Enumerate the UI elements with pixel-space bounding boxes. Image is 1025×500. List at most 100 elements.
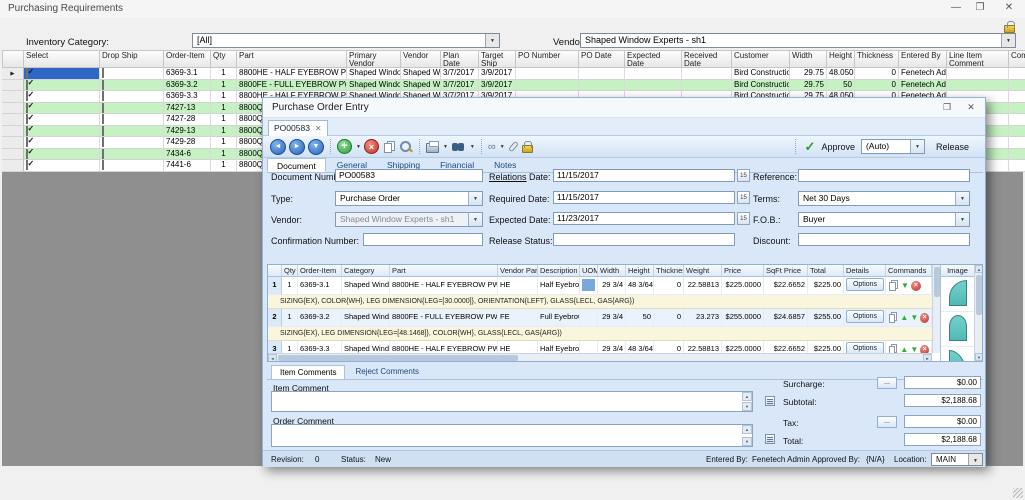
grid-column-header[interactable] bbox=[268, 265, 282, 277]
drop-ship-checkbox[interactable] bbox=[102, 80, 104, 90]
inventory-category-select[interactable]: [All] bbox=[192, 33, 500, 48]
command-icon[interactable] bbox=[910, 310, 918, 326]
forward-icon[interactable]: ► bbox=[289, 139, 305, 155]
row-number[interactable]: 3 bbox=[268, 341, 282, 353]
column-header[interactable]: Expected Date bbox=[625, 50, 682, 68]
row-selector[interactable] bbox=[2, 80, 24, 92]
row-selector[interactable] bbox=[2, 160, 24, 172]
grid-column-header[interactable]: Total bbox=[808, 265, 844, 277]
calendar-icon[interactable]: 15 bbox=[737, 191, 750, 204]
comments-tab[interactable]: Reject Comments bbox=[347, 365, 427, 379]
tab-close-icon[interactable]: ✕ bbox=[315, 124, 322, 133]
drop-ship-cell[interactable] bbox=[100, 80, 164, 92]
grid-column-header[interactable]: UOM bbox=[580, 265, 598, 277]
lock-icon[interactable] bbox=[522, 145, 533, 153]
command-icon[interactable] bbox=[910, 342, 918, 354]
drop-ship-cell[interactable] bbox=[100, 149, 164, 161]
column-header[interactable]: Part bbox=[237, 50, 347, 68]
expected-date-input[interactable]: 11/23/2017 bbox=[553, 212, 735, 225]
grid-row[interactable]: 1 1 6369-3.1 Shaped Windows 8800HE - HAL… bbox=[268, 277, 932, 295]
command-icon[interactable] bbox=[900, 342, 908, 354]
row-number[interactable]: 2 bbox=[268, 309, 282, 327]
dialog-location-select[interactable]: MAIN bbox=[931, 453, 983, 466]
dialog-tab[interactable]: Notes bbox=[485, 158, 525, 172]
order-comment-input[interactable] bbox=[271, 424, 753, 447]
command-icon[interactable] bbox=[911, 281, 921, 291]
row-selector[interactable] bbox=[2, 91, 24, 103]
column-header[interactable]: Width bbox=[790, 50, 827, 68]
scroll-down-icon[interactable]: ▼ bbox=[975, 353, 983, 361]
scroll-right-icon[interactable]: ► bbox=[923, 354, 932, 362]
grid-column-header[interactable]: SqFt Price bbox=[764, 265, 808, 277]
row-selector[interactable] bbox=[2, 68, 24, 80]
select-checkbox[interactable] bbox=[26, 114, 28, 124]
release-button[interactable]: Release bbox=[931, 140, 974, 154]
grid-column-header[interactable]: Description bbox=[538, 265, 580, 277]
tax-more-button[interactable]: ... bbox=[877, 416, 897, 428]
grid-column-header[interactable]: Height bbox=[626, 265, 654, 277]
delete-icon[interactable]: × bbox=[364, 139, 379, 154]
options-button[interactable]: Options bbox=[846, 278, 884, 291]
row-selector[interactable] bbox=[2, 137, 24, 149]
down-arrow-icon[interactable]: ▼ bbox=[308, 139, 324, 155]
column-header[interactable]: Height bbox=[827, 50, 855, 68]
grid-column-header[interactable]: Category bbox=[342, 265, 390, 277]
select-checkbox[interactable] bbox=[26, 160, 28, 170]
column-header[interactable]: Received Date bbox=[682, 50, 732, 68]
print-icon[interactable] bbox=[426, 143, 439, 153]
grid-column-header[interactable]: Order-Item bbox=[298, 265, 342, 277]
item-comment-input[interactable] bbox=[271, 391, 753, 412]
select-cell[interactable] bbox=[24, 126, 100, 138]
drop-ship-checkbox[interactable] bbox=[102, 126, 104, 136]
uom-cell[interactable] bbox=[580, 309, 598, 327]
reference-input[interactable] bbox=[798, 169, 970, 182]
column-header[interactable]: Thickness bbox=[855, 50, 899, 68]
grid-column-header[interactable]: Part bbox=[390, 265, 498, 277]
image-vertical-scrollbar[interactable]: ▲ ▼ bbox=[974, 265, 982, 361]
grid-vertical-scrollbar[interactable] bbox=[932, 265, 940, 353]
find-dropdown-icon[interactable]: ▼ bbox=[470, 144, 475, 150]
document-number-input[interactable]: PO00583 bbox=[335, 169, 483, 182]
drop-ship-cell[interactable] bbox=[100, 91, 164, 103]
row-selector[interactable] bbox=[2, 126, 24, 138]
select-cell[interactable] bbox=[24, 68, 100, 80]
calendar-icon[interactable]: 15 bbox=[737, 169, 750, 182]
find-icon[interactable] bbox=[451, 141, 466, 153]
select-checkbox[interactable] bbox=[26, 103, 28, 113]
column-header[interactable]: Primary Vendor bbox=[347, 50, 401, 68]
column-header[interactable]: Order-Item bbox=[164, 50, 211, 68]
command-icon[interactable] bbox=[889, 346, 895, 353]
release-status-input[interactable] bbox=[553, 233, 735, 246]
copy-icon[interactable] bbox=[384, 143, 392, 153]
recalculate-icon[interactable] bbox=[765, 396, 775, 406]
row-selector[interactable] bbox=[2, 103, 24, 115]
column-header[interactable]: Plan Date bbox=[441, 50, 479, 68]
options-button[interactable]: Options bbox=[846, 342, 884, 353]
resize-grip[interactable] bbox=[1013, 488, 1023, 498]
select-checkbox[interactable] bbox=[26, 80, 28, 90]
table-row[interactable]: 6369-3.1 1 8800HE - HALF EYEBROW PW Shap… bbox=[2, 68, 1025, 80]
minimize-button[interactable]: — bbox=[949, 2, 963, 13]
options-button[interactable]: Options bbox=[846, 310, 884, 323]
relations-link[interactable]: Relations bbox=[489, 172, 527, 182]
search-icon[interactable] bbox=[399, 140, 413, 154]
column-header[interactable]: Entered By bbox=[899, 50, 947, 68]
drop-ship-cell[interactable] bbox=[100, 68, 164, 80]
column-header[interactable]: Customer bbox=[732, 50, 790, 68]
column-header[interactable]: Drop Ship bbox=[100, 50, 164, 68]
select-cell[interactable] bbox=[24, 91, 100, 103]
drop-ship-cell[interactable] bbox=[100, 160, 164, 172]
scroll-up-icon[interactable]: ▲ bbox=[975, 265, 983, 273]
approve-mode-select[interactable]: (Auto) bbox=[861, 139, 925, 154]
print-dropdown-icon[interactable]: ▼ bbox=[443, 144, 448, 150]
vendor-filter-select[interactable]: Shaped Window Experts - sh1 bbox=[580, 33, 1016, 48]
approve-button[interactable]: Approve bbox=[821, 142, 855, 152]
column-header[interactable]: Target Ship Date bbox=[479, 50, 516, 68]
grid-column-header[interactable]: Width bbox=[598, 265, 626, 277]
select-cell[interactable] bbox=[24, 149, 100, 161]
command-icon[interactable] bbox=[920, 313, 929, 323]
column-header[interactable]: PO Number bbox=[516, 50, 579, 68]
document-tab[interactable]: PO00583✕ bbox=[268, 120, 328, 136]
column-header[interactable]: Qty bbox=[211, 50, 237, 68]
drop-ship-checkbox[interactable] bbox=[102, 68, 104, 78]
